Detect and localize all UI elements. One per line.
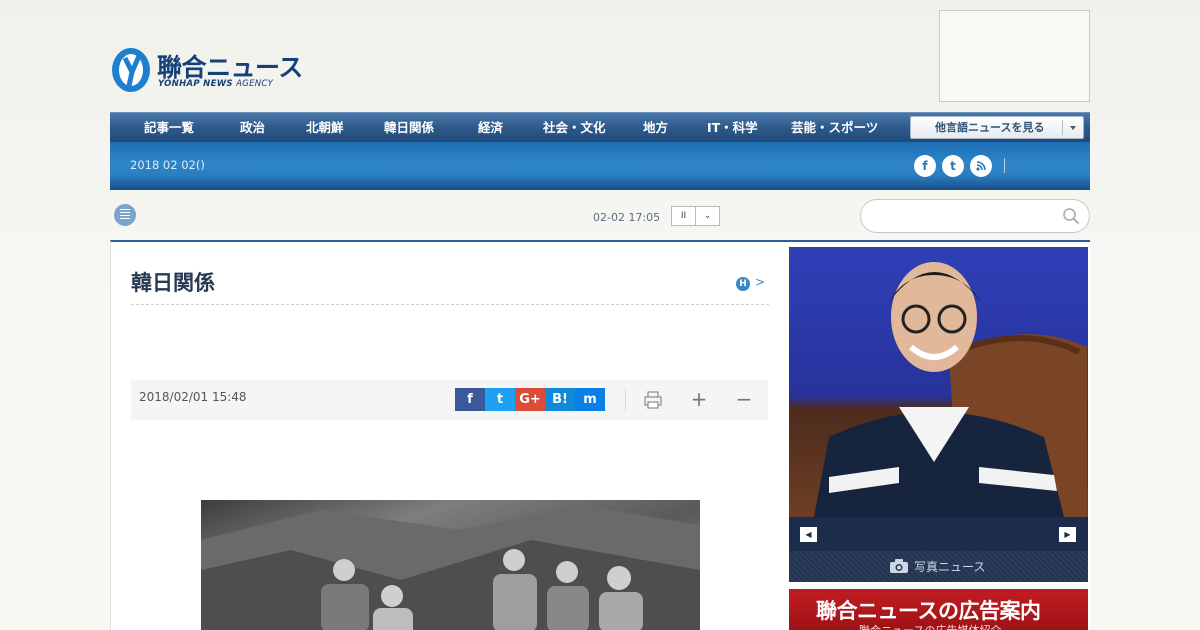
print-glyph — [644, 391, 662, 409]
ticker-time: 02-02 17:05 — [593, 211, 661, 224]
top-ad-slot[interactable] — [939, 10, 1090, 102]
share-twitter-button[interactable]: t — [485, 388, 515, 411]
nav-item-it-science[interactable]: IT・科学 — [707, 113, 758, 143]
photo-news-slider: ◀ ▶ 写真ニュース — [789, 247, 1088, 582]
article-photo-image — [201, 505, 700, 630]
camera-icon — [890, 559, 908, 573]
slider-next-button[interactable]: ▶ — [1059, 527, 1076, 542]
current-date: 2018 02 02() — [130, 158, 205, 172]
meta-divider — [625, 389, 626, 411]
subbar-divider — [1004, 158, 1005, 173]
home-arrow[interactable]: > — [755, 275, 765, 289]
photo-news-link[interactable]: 写真ニュース — [789, 551, 1088, 582]
rss-glyph — [976, 161, 986, 171]
nav-item-korea-japan[interactable]: 韓日関係 — [384, 113, 434, 143]
article-meta-bar: 2018/02/01 15:48 f t G+ B! m + − — [131, 380, 768, 420]
ad-banner-subtitle: 聯合ニュースの広告媒体紹介 — [859, 622, 1001, 630]
search-icon[interactable] — [1062, 207, 1080, 225]
nav-item-economy[interactable]: 経済 — [478, 113, 503, 143]
photo-news-label: 写真ニュース — [914, 560, 986, 574]
home-badge-icon[interactable]: H — [736, 277, 750, 291]
language-select[interactable]: 他言語ニュースを見る — [910, 116, 1084, 139]
share-google-plus-button[interactable]: G+ — [515, 388, 545, 411]
twitter-icon[interactable]: t — [942, 155, 964, 177]
search-input[interactable] — [860, 199, 1090, 233]
share-messenger-button[interactable]: m — [575, 388, 605, 411]
facebook-icon[interactable]: f — [914, 155, 936, 177]
ad-info-banner[interactable]: 聯合ニュースの広告案内 聯合ニュースの広告媒体紹介 — [789, 589, 1088, 630]
article-photo — [201, 500, 700, 630]
slider-controls: ◀ ▶ — [789, 517, 1088, 551]
section-title: 韓日関係 — [131, 271, 215, 295]
article-published-date: 2018/02/01 15:48 — [139, 390, 247, 404]
news-list-icon[interactable] — [114, 204, 136, 226]
share-hatena-button[interactable]: B! — [545, 388, 575, 411]
nav-item-articles[interactable]: 記事一覧 — [144, 113, 194, 143]
chevron-down-icon — [1070, 126, 1076, 130]
nav-item-entertainment-sports[interactable]: 芸能・スポーツ — [791, 113, 878, 143]
nav-item-regional[interactable]: 地方 — [643, 113, 668, 143]
font-decrease-icon[interactable]: − — [732, 388, 756, 412]
photo-news-image[interactable] — [789, 247, 1088, 517]
main-nav: 記事一覧 政治 北朝鮮 韓日関係 経済 社会・文化 地方 IT・科学 芸能・スポ… — [110, 112, 1090, 142]
nav-item-society-culture[interactable]: 社会・文化 — [543, 113, 606, 143]
print-icon[interactable] — [641, 388, 665, 412]
language-select-divider — [1062, 120, 1063, 135]
ticker-pause-button[interactable]: II — [671, 206, 696, 226]
nav-item-north-korea[interactable]: 北朝鮮 — [306, 113, 344, 143]
date-bar: 2018 02 02() f t — [110, 142, 1090, 190]
nav-item-politics[interactable]: 政治 — [240, 113, 265, 143]
language-select-label: 他言語ニュースを見る — [935, 121, 1045, 134]
rss-icon[interactable] — [970, 155, 992, 177]
ticker-next-button[interactable]: ⌄ — [695, 206, 720, 226]
title-divider — [131, 304, 769, 305]
yonhap-logo[interactable]: 聯合ニュース YONHAP NEWS AGENCY — [110, 44, 310, 96]
logo-name-en: YONHAP NEWS AGENCY — [158, 79, 274, 89]
slider-prev-button[interactable]: ◀ — [800, 527, 817, 542]
yonhap-logo-icon — [112, 48, 150, 92]
share-facebook-button[interactable]: f — [455, 388, 485, 411]
ad-banner-title: 聯合ニュースの広告案内 — [816, 599, 1041, 623]
font-increase-icon[interactable]: + — [687, 388, 711, 412]
photo-news-picture — [814, 262, 1087, 517]
